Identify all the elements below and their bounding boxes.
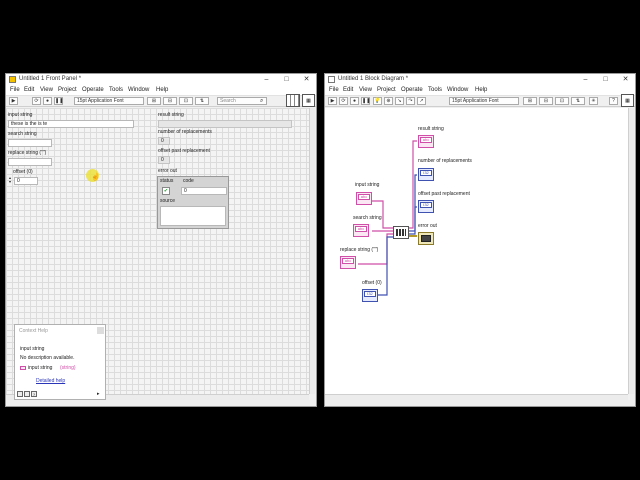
menu-file[interactable]: File <box>10 87 20 93</box>
search-string-field[interactable] <box>8 139 52 147</box>
result-string-label: result string <box>158 112 184 118</box>
front-panel-window: Untitled 1 Front Panel * – □ ✕ File Edit… <box>5 73 317 407</box>
menu-operate[interactable]: Operate <box>82 87 104 93</box>
result-string-indicator <box>158 120 292 128</box>
result-string-terminal-label: result string <box>418 126 444 132</box>
offset-past-replacement-label: offset past replacement <box>158 148 210 154</box>
context-help-title: Context Help <box>19 328 48 334</box>
context-help-close-icon[interactable] <box>97 327 104 334</box>
align-objects-icon[interactable]: ⊞ <box>147 97 161 105</box>
resize-objects-icon[interactable]: ⊡ <box>179 97 193 105</box>
offset-past-replacement-terminal-label: offset past replacement <box>418 191 470 197</box>
error-out-cluster: status code ✔ 0 source <box>157 176 229 229</box>
replace-string-label: replace string ("") <box>8 150 47 156</box>
offset-wire <box>378 236 393 296</box>
offset-past-replacement-indicator: 0 <box>158 156 170 164</box>
error-out-label: error out <box>158 168 177 174</box>
search-string-terminal[interactable]: abc <box>353 224 369 237</box>
i32-type-glyph: I32 <box>420 202 432 208</box>
context-help-type-detail: (string) <box>60 365 76 371</box>
search-replace-glyph-icon <box>396 229 406 236</box>
code-label: code <box>183 178 194 184</box>
string-type-icon <box>20 366 26 370</box>
menu-edit[interactable]: Edit <box>24 87 34 93</box>
operate-value-cursor-icon: ☝ <box>91 174 100 181</box>
offset-decrement-icon[interactable]: ▾ <box>9 180 13 184</box>
front-panel-toolbar: ▶ ⟳ ● ❚❚ 15pt Application Font ⊞ ⊟ ⊡ ⇅ S… <box>6 94 316 107</box>
offset-numeric-field[interactable]: 0 <box>14 177 38 185</box>
context-help-description: No description available. <box>20 355 75 361</box>
input-string-label: input string <box>8 112 33 118</box>
wires[interactable] <box>325 74 636 407</box>
result-string-terminal[interactable]: abc <box>418 135 434 148</box>
menu-help[interactable]: Help <box>156 87 168 93</box>
string-type-glyph: abc <box>342 258 354 264</box>
context-help-simple-icon[interactable] <box>24 391 30 397</box>
labview-icon <box>9 76 16 83</box>
pause-icon[interactable]: ❚❚ <box>54 97 63 105</box>
replace-string-terminal-label: replace string ("") <box>340 247 379 253</box>
input-string-terminal-label: input string <box>355 182 380 188</box>
context-help-help-icon[interactable]: ? <box>31 391 37 397</box>
i32-type-glyph: I32 <box>420 170 432 176</box>
reorder-icon[interactable]: ⇅ <box>195 97 209 105</box>
i32-type-glyph: I32 <box>364 291 376 297</box>
front-panel-title: Untitled 1 Front Panel * <box>19 76 82 82</box>
detailed-help-link[interactable]: Detailed help <box>36 378 65 384</box>
offset-past-replacement-terminal[interactable]: I32 <box>418 200 434 213</box>
code-indicator: 0 <box>181 187 227 195</box>
minimize-icon[interactable]: – <box>261 75 272 85</box>
error-out-terminal-label: error out <box>418 223 437 229</box>
search-icon[interactable]: ⌕ <box>260 98 263 105</box>
search-string-label: search string <box>8 131 37 137</box>
context-help-type-name: input string <box>28 365 53 371</box>
vi-connector-pane[interactable] <box>286 94 300 107</box>
context-help-window: Context Help input string No description… <box>14 324 106 400</box>
font-selector[interactable]: 15pt Application Font <box>74 97 144 105</box>
search-string-terminal-label: search string <box>353 215 382 221</box>
number-of-replacements-terminal[interactable]: I32 <box>418 168 434 181</box>
abort-icon[interactable]: ● <box>43 97 52 105</box>
distribute-objects-icon[interactable]: ⊟ <box>163 97 177 105</box>
input-string-terminal[interactable]: abc <box>356 192 372 205</box>
string-type-glyph: abc <box>420 137 432 143</box>
source-indicator <box>160 206 226 226</box>
run-continuous-icon[interactable]: ⟳ <box>32 97 41 105</box>
menu-window[interactable]: Window <box>128 87 149 93</box>
replace-string-terminal[interactable]: abc <box>340 256 356 269</box>
number-of-replacements-label: number of replacements <box>158 129 212 135</box>
number-of-replacements-indicator: 0 <box>158 137 170 145</box>
status-led-icon: ✔ <box>162 187 170 195</box>
menu-project[interactable]: Project <box>58 87 77 93</box>
input-string-field[interactable]: these is the is te <box>8 120 134 128</box>
run-icon[interactable]: ▶ <box>9 97 18 105</box>
vi-icon[interactable]: ▦ <box>302 94 315 107</box>
error-cluster-glyph-icon <box>421 235 431 242</box>
replace-string-field[interactable] <box>8 158 52 166</box>
number-of-replacements-terminal-label: number of replacements <box>418 158 472 164</box>
offset-terminal[interactable]: I32 <box>362 289 378 302</box>
offset-label: offset (0) <box>13 169 33 175</box>
front-panel-titlebar[interactable]: Untitled 1 Front Panel * – □ ✕ <box>6 74 316 86</box>
status-label: status <box>160 178 174 184</box>
error-out-terminal[interactable] <box>418 232 434 245</box>
close-icon[interactable]: ✕ <box>301 75 312 85</box>
maximize-icon[interactable]: □ <box>281 75 292 85</box>
block-diagram-window: Untitled 1 Block Diagram * – □ ✕ File Ed… <box>324 73 636 407</box>
source-label: source <box>160 198 176 204</box>
offset-terminal-label: offset (0) <box>362 280 382 286</box>
context-help-heading: input string <box>20 346 45 352</box>
front-panel-vertical-scrollbar[interactable] <box>309 108 315 394</box>
context-help-lock-icon[interactable] <box>17 391 23 397</box>
string-type-glyph: abc <box>358 194 370 200</box>
menu-tools[interactable]: Tools <box>109 87 123 93</box>
menu-view[interactable]: View <box>40 87 53 93</box>
result-string-wire <box>409 140 417 229</box>
front-panel-menubar: File Edit View Project Operate Tools Win… <box>6 86 316 96</box>
search-and-replace-string-node[interactable] <box>393 226 409 239</box>
context-help-scroll-arrows[interactable]: ▸ <box>97 391 100 397</box>
string-type-glyph: abc <box>355 226 367 232</box>
